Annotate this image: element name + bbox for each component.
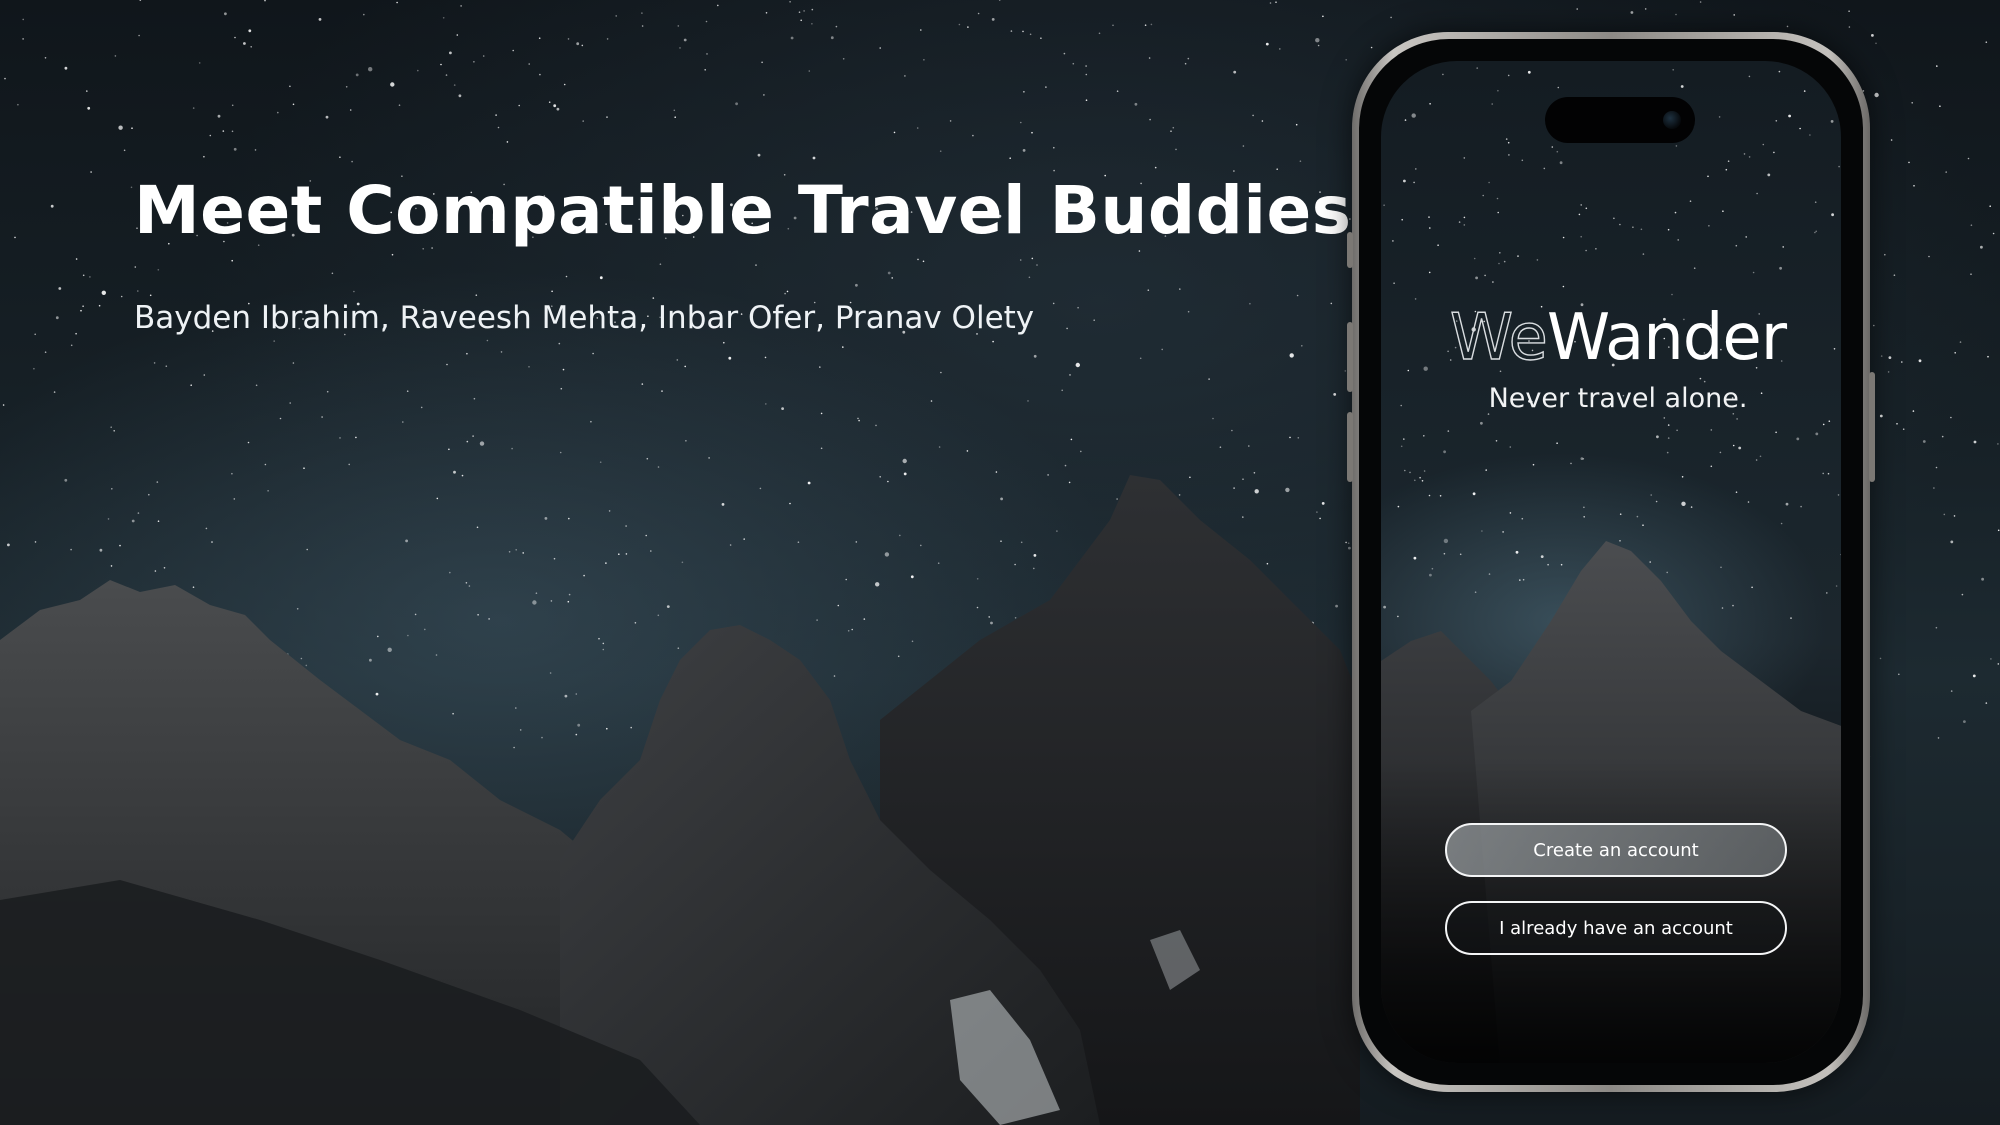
slide-title: Meet Compatible Travel Buddies [134,172,1352,249]
create-account-button[interactable]: Create an account [1445,823,1787,877]
existing-account-button[interactable]: I already have an account [1445,901,1787,955]
app-screen: WeWander Never travel alone. Create an a… [1381,61,1841,1063]
phone-volume-up-button [1347,322,1353,392]
slide-authors: Bayden Ibrahim, Raveesh Mehta, Inbar Ofe… [134,300,1035,336]
create-account-label: Create an account [1533,839,1699,861]
existing-account-label: I already have an account [1499,917,1733,939]
phone-mockup: WeWander Never travel alone. Create an a… [1347,32,1875,1092]
phone-action-button [1347,232,1353,268]
wewander-logo: WeWander [1381,301,1841,375]
phone-power-button [1869,372,1875,482]
front-camera-icon [1663,111,1681,129]
logo-we-text: We [1449,301,1548,375]
phone-bezel: WeWander Never travel alone. Create an a… [1359,39,1863,1085]
logo-wander-text: Wander [1546,301,1787,375]
app-tagline: Never travel alone. [1488,383,1748,414]
phone-volume-down-button [1347,412,1353,482]
slide: Meet Compatible Travel Buddies Bayden Ib… [0,0,2000,1125]
dynamic-island [1545,97,1695,143]
